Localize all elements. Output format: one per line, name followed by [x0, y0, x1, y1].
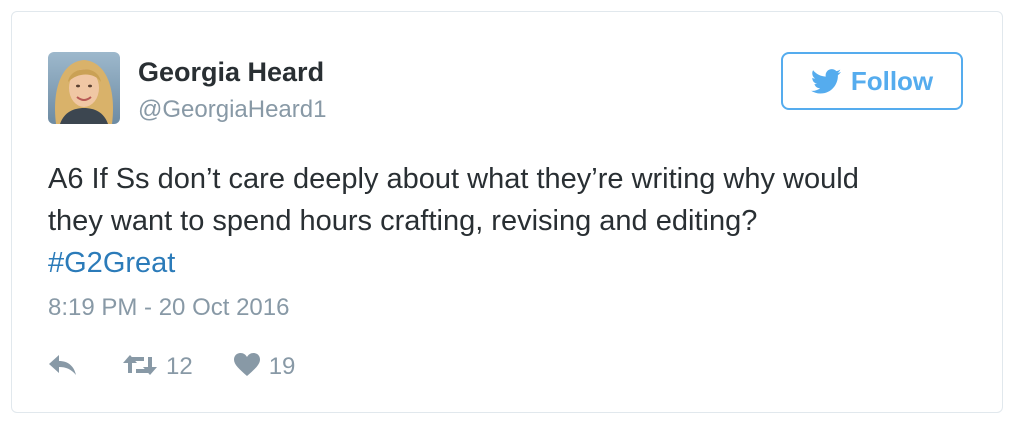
tweet-text-line: A6 If Ss don’t care deeply about what th… [48, 163, 859, 195]
tweet-text: A6 If Ss don’t care deeply about what th… [48, 158, 968, 284]
tweet-actions: 12 19 [48, 352, 295, 382]
heart-icon [233, 352, 261, 382]
follow-label: Follow [850, 66, 934, 96]
retweet-button[interactable]: 12 [122, 353, 193, 382]
tweet-text-line: they want to spend hours crafting, revis… [48, 205, 758, 237]
author-handle[interactable]: @GeorgiaHeard1 [138, 96, 326, 124]
reply-icon [48, 354, 78, 381]
retweet-icon [122, 353, 158, 382]
avatar-photo [48, 52, 120, 124]
like-button[interactable]: 19 [233, 352, 296, 382]
hashtag-link[interactable]: #G2Great [48, 247, 175, 279]
reply-button[interactable] [48, 354, 78, 381]
like-count: 19 [268, 353, 296, 380]
follow-button[interactable]: Follow [781, 52, 963, 110]
avatar[interactable] [48, 52, 120, 124]
tweet-card: Georgia Heard @GeorgiaHeard1 Follow A6 I… [11, 11, 1003, 413]
author-name[interactable]: Georgia Heard [138, 56, 324, 88]
twitter-bird-icon [810, 68, 841, 94]
retweet-count: 12 [166, 353, 193, 380]
tweet-timestamp[interactable]: 8:19 PM - 20 Oct 2016 [48, 294, 289, 322]
